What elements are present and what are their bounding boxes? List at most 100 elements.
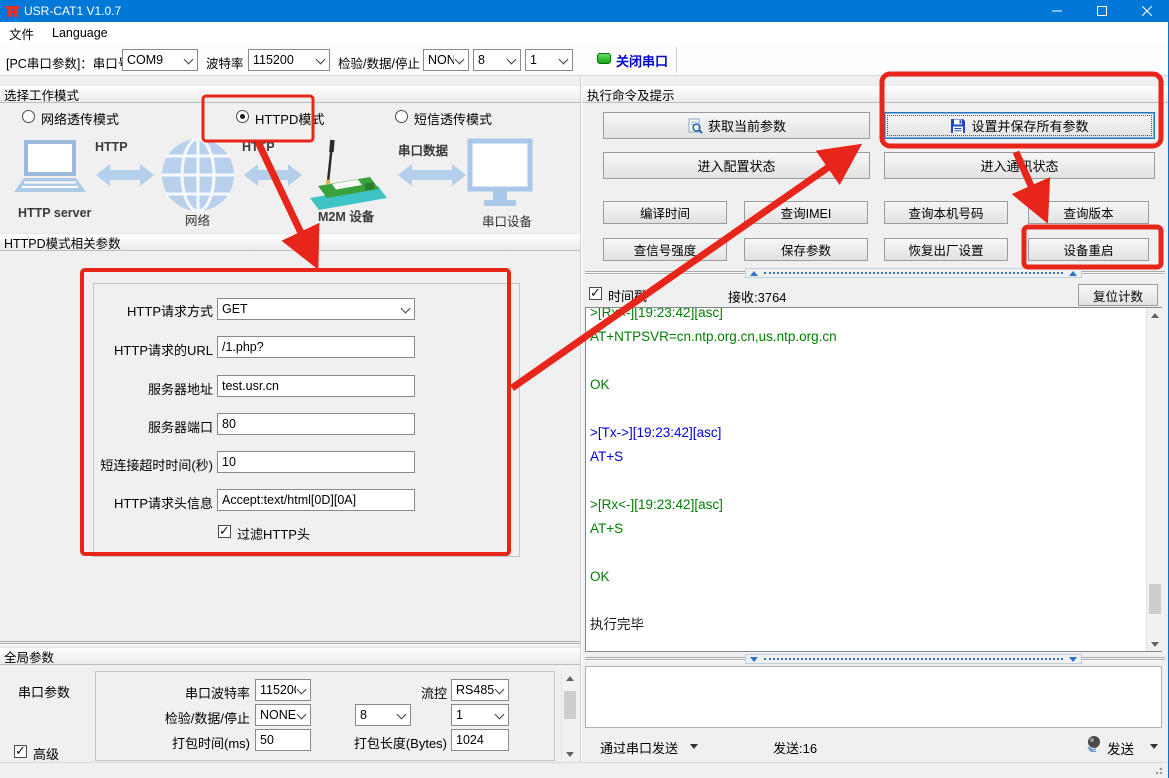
radio-httpd-mode[interactable] bbox=[236, 110, 249, 123]
log-line: AT+S bbox=[586, 445, 1130, 469]
title-bar: USR-CAT1 V1.0.7 bbox=[0, 0, 1169, 22]
short-conn-timeout-label: 短连接超时时间(秒) bbox=[68, 455, 213, 474]
mode-section-header: 选择工作模式 bbox=[0, 85, 580, 103]
com-port-select[interactable]: COM9 bbox=[122, 49, 198, 71]
scroll-up-icon[interactable] bbox=[1147, 308, 1163, 322]
query-version-button[interactable]: 查询版本 bbox=[1028, 201, 1149, 224]
flow-select[interactable]: RS485 bbox=[451, 679, 509, 701]
node-serial-device-label: 串口设备 bbox=[482, 211, 532, 230]
chevron-down-icon[interactable] bbox=[1150, 744, 1158, 749]
server-port-input[interactable]: 80 bbox=[217, 413, 415, 435]
splitter-collapse-icon[interactable] bbox=[750, 657, 758, 662]
scroll-down-icon[interactable] bbox=[1147, 637, 1163, 651]
window-title: USR-CAT1 V1.0.7 bbox=[24, 4, 121, 18]
filter-http-checkbox-label[interactable]: 过滤HTTP头 bbox=[237, 524, 310, 543]
enter-config-state-button[interactable]: 进入配置状态 bbox=[603, 152, 870, 179]
save-params-button[interactable]: 保存参数 bbox=[744, 238, 868, 261]
globe-icon bbox=[162, 139, 234, 211]
scroll-down-icon[interactable] bbox=[562, 747, 578, 761]
advanced-checkbox[interactable] bbox=[14, 745, 27, 758]
reset-count-button[interactable]: 复位计数 bbox=[1078, 284, 1158, 306]
server-addr-input[interactable]: test.usr.cn bbox=[217, 375, 415, 397]
log-scrollbar[interactable] bbox=[1146, 308, 1162, 651]
compile-time-button[interactable]: 编译时间 bbox=[603, 201, 727, 224]
chevron-down-icon bbox=[558, 54, 570, 66]
short-conn-timeout-input[interactable]: 10 bbox=[217, 451, 415, 473]
chevron-down-icon bbox=[506, 54, 518, 66]
query-signal-button[interactable]: 查信号强度 bbox=[603, 238, 727, 261]
chevron-down-icon bbox=[396, 709, 408, 721]
resize-grip[interactable] bbox=[1155, 765, 1165, 775]
enter-comm-state-button[interactable]: 进入通讯状态 bbox=[884, 152, 1155, 179]
radio-sms-passthrough-label[interactable]: 短信透传模式 bbox=[414, 109, 492, 128]
http-method-select[interactable]: GET bbox=[217, 298, 415, 320]
device-restart-button[interactable]: 设备重启 bbox=[1028, 238, 1149, 261]
log-line: OK bbox=[586, 565, 1130, 589]
send-splitter[interactable] bbox=[745, 654, 1082, 664]
double-arrow-icon bbox=[244, 164, 302, 186]
close-button[interactable] bbox=[1124, 0, 1169, 22]
advanced-checkbox-label[interactable]: 高级 bbox=[33, 744, 59, 763]
link-http1-label: HTTP bbox=[95, 140, 128, 154]
status-bar bbox=[0, 762, 1169, 778]
radio-httpd-mode-label[interactable]: HTTPD模式 bbox=[255, 109, 324, 128]
log-area[interactable]: >[Rx<-][19:23:42][asc]AT+NTPSVR=cn.ntp.o… bbox=[586, 307, 1130, 652]
timestamp-checkbox-label[interactable]: 时间戳 bbox=[608, 286, 647, 305]
global-parity-label: 检验/数据/停止 bbox=[130, 708, 250, 727]
minimize-button[interactable] bbox=[1034, 0, 1079, 22]
divider bbox=[0, 641, 580, 645]
green-indicator-icon bbox=[597, 53, 611, 64]
scrollbar-thumb[interactable] bbox=[564, 691, 576, 719]
global-scrollbar[interactable] bbox=[561, 671, 577, 761]
query-imei-button[interactable]: 查询IMEI bbox=[744, 201, 868, 224]
menu-file[interactable]: 文件 bbox=[0, 22, 43, 44]
pack-time-input[interactable]: 50 bbox=[255, 729, 311, 751]
http-header-input[interactable]: Accept:text/html[0D][0A] bbox=[217, 489, 415, 511]
monitor-icon bbox=[470, 141, 530, 206]
radio-sms-passthrough[interactable] bbox=[395, 110, 408, 123]
radio-net-passthrough[interactable] bbox=[22, 110, 35, 123]
factory-reset-button[interactable]: 恢复出厂设置 bbox=[884, 238, 1008, 261]
global-databits-select[interactable]: 8 bbox=[355, 704, 411, 726]
scroll-up-icon[interactable] bbox=[562, 671, 578, 685]
filter-http-checkbox[interactable] bbox=[218, 525, 231, 538]
splitter-collapse-icon[interactable] bbox=[750, 271, 758, 276]
set-save-all-params-button[interactable]: 设置并保存所有参数 bbox=[884, 112, 1155, 139]
databits-select[interactable]: 8 bbox=[473, 49, 521, 71]
splitter-collapse-icon[interactable] bbox=[1069, 657, 1077, 662]
minimize-icon bbox=[1052, 6, 1062, 16]
log-line bbox=[586, 589, 1130, 613]
get-params-button[interactable]: 获取当前参数 bbox=[603, 112, 870, 139]
panel-divider[interactable] bbox=[580, 77, 582, 762]
server-port-label: 服务器端口 bbox=[88, 417, 213, 436]
send-input-area[interactable] bbox=[585, 666, 1162, 728]
global-stopbits-select[interactable]: 1 bbox=[451, 704, 509, 726]
http-url-label: HTTP请求的URL bbox=[88, 340, 213, 359]
stopbits-select[interactable]: 1 bbox=[525, 49, 573, 71]
usr-logo-icon bbox=[5, 4, 20, 18]
chevron-down-icon[interactable] bbox=[690, 744, 698, 749]
chevron-down-icon bbox=[494, 684, 506, 696]
send-button[interactable]: 发送 bbox=[1107, 738, 1134, 758]
parity-select[interactable]: NONI bbox=[423, 49, 469, 71]
parity-label: 检验/数据/停止 bbox=[338, 53, 420, 72]
radio-net-passthrough-label[interactable]: 网络透传模式 bbox=[41, 109, 119, 128]
query-local-number-button[interactable]: 查询本机号码 bbox=[884, 201, 1008, 224]
timestamp-checkbox[interactable] bbox=[589, 287, 602, 300]
send-via-serial-dropdown[interactable]: 通过串口发送 bbox=[600, 738, 678, 757]
baud-select[interactable]: 115200 bbox=[248, 49, 330, 71]
log-splitter[interactable] bbox=[745, 268, 1082, 278]
node-m2m-label: M2M 设备 bbox=[318, 206, 374, 225]
global-parity-select[interactable]: NONE bbox=[255, 704, 311, 726]
log-line: >[Tx->][19:23:42][asc] bbox=[586, 421, 1130, 445]
http-url-input[interactable]: /1.php? bbox=[217, 336, 415, 358]
scrollbar-thumb[interactable] bbox=[1149, 584, 1161, 614]
log-line: OK bbox=[586, 373, 1130, 397]
close-serial-button[interactable]: 关闭串口 bbox=[616, 51, 668, 70]
maximize-button[interactable] bbox=[1079, 0, 1124, 22]
splitter-collapse-icon[interactable] bbox=[1069, 271, 1077, 276]
menu-language[interactable]: Language bbox=[43, 22, 117, 44]
global-baud-select[interactable]: 115200 bbox=[255, 679, 311, 701]
pack-len-input[interactable]: 1024 bbox=[451, 729, 509, 751]
chevron-down-icon bbox=[400, 303, 412, 315]
